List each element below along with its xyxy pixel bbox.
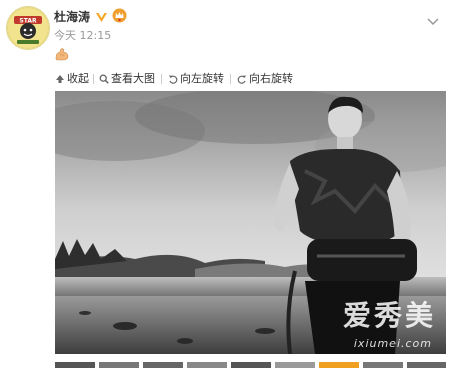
thumbnail[interactable] <box>55 362 95 368</box>
thumbnail[interactable] <box>275 362 315 368</box>
rotate-right-icon <box>237 75 247 84</box>
thumbnail-strip <box>55 362 446 368</box>
rotate-right-label: 向右旋转 <box>249 72 293 85</box>
rotate-left-label: 向左旋转 <box>180 72 224 85</box>
toolbar-divider <box>93 74 94 84</box>
magnifier-icon <box>99 74 109 84</box>
rotate-left-button[interactable]: 向左旋转 <box>168 71 224 87</box>
thumbnail[interactable] <box>187 362 227 368</box>
flexed-biceps-icon <box>54 46 70 62</box>
collapse-button[interactable]: 收起 <box>55 71 89 87</box>
username[interactable]: 杜海涛 <box>54 8 90 26</box>
rotate-left-icon <box>168 75 178 84</box>
post-timestamp[interactable]: 今天 12:15 <box>54 29 111 43</box>
thumbnail[interactable] <box>407 362 446 368</box>
thumbnail-selected[interactable] <box>319 362 359 368</box>
thumbnail[interactable] <box>143 362 183 368</box>
chevron-down-icon[interactable] <box>426 12 440 26</box>
toolbar-divider <box>161 74 162 84</box>
post-photo[interactable]: 爱秀美 ixiumei.com <box>55 91 446 354</box>
arrow-up-icon <box>56 75 64 83</box>
thumbnail[interactable] <box>363 362 403 368</box>
toolbar-divider <box>230 74 231 84</box>
rotate-right-button[interactable]: 向右旋转 <box>237 71 293 87</box>
view-large-button[interactable]: 查看大图 <box>99 71 155 87</box>
watermark-url: ixiumei.com <box>353 337 432 350</box>
thumbnail[interactable] <box>99 362 139 368</box>
thumbnail[interactable] <box>231 362 271 368</box>
collapse-label: 收起 <box>67 72 89 85</box>
member-crown-icon[interactable] <box>112 8 127 23</box>
watermark-text: 爱秀美 <box>342 299 436 332</box>
avatar[interactable]: STAR <box>6 6 50 50</box>
view-large-label: 查看大图 <box>111 72 155 85</box>
verified-v-icon <box>95 9 108 22</box>
